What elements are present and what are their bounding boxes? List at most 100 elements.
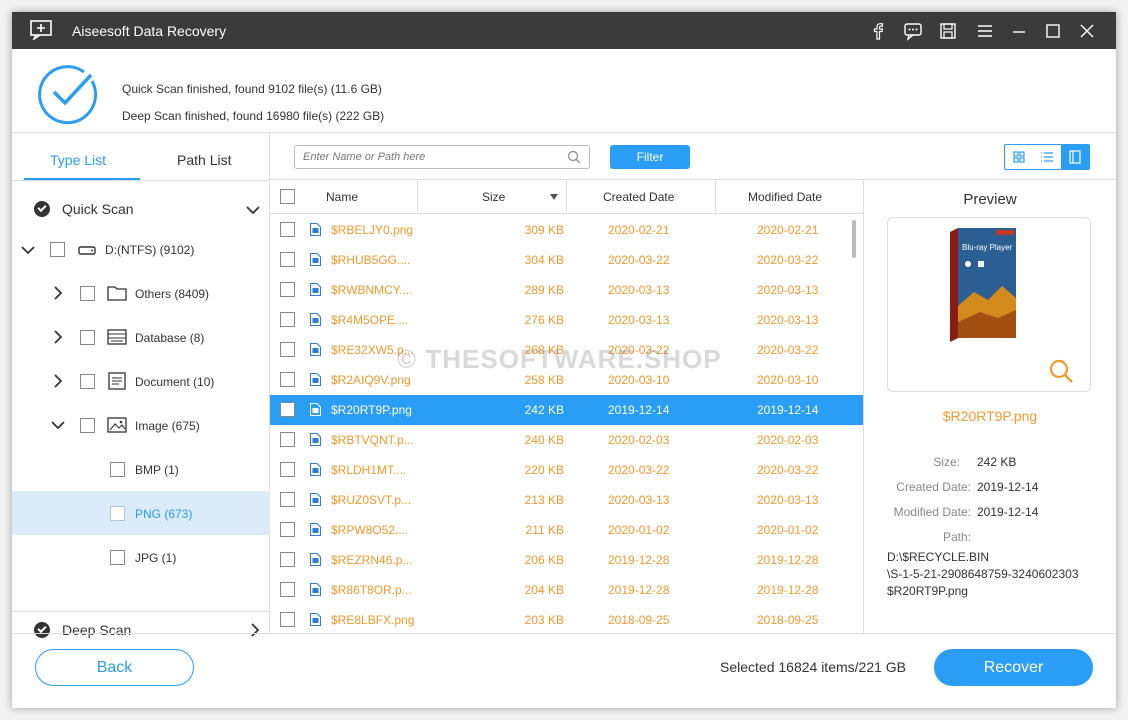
- table-row[interactable]: $RBELJY0.png 309 KB 2020-02-21 2020-02-21: [270, 215, 863, 245]
- back-button[interactable]: Back: [35, 649, 194, 686]
- row-checkbox[interactable]: [280, 522, 295, 537]
- checkbox[interactable]: [80, 286, 95, 301]
- checkbox[interactable]: [110, 506, 125, 521]
- chevron-down-icon[interactable]: [245, 202, 261, 218]
- menu-icon[interactable]: [974, 20, 996, 42]
- row-checkbox[interactable]: [280, 402, 295, 417]
- row-checkbox[interactable]: [280, 492, 295, 507]
- table-row[interactable]: $RWBNMCY.... 289 KB 2020-03-13 2020-03-13: [270, 275, 863, 305]
- row-checkbox[interactable]: [280, 612, 295, 627]
- table-row[interactable]: $RE8LBFX.png 203 KB 2018-09-25 2018-09-25: [270, 605, 863, 633]
- file-created-date: 2019-12-28: [608, 583, 670, 597]
- path-label: Path:: [942, 530, 971, 544]
- row-checkbox[interactable]: [280, 282, 295, 297]
- table-row[interactable]: $REZRN46.p... 206 KB 2019-12-28 2019-12-28: [270, 545, 863, 575]
- row-checkbox[interactable]: [280, 552, 295, 567]
- column-name[interactable]: Name: [326, 190, 358, 204]
- chevron-right-icon[interactable]: [50, 329, 66, 345]
- file-name: $RPW8O52....: [331, 523, 409, 537]
- row-checkbox[interactable]: [280, 462, 295, 477]
- column-divider: [715, 180, 716, 214]
- checkbox[interactable]: [80, 418, 95, 433]
- row-checkbox[interactable]: [280, 432, 295, 447]
- chevron-right-icon[interactable]: [50, 373, 66, 389]
- search-input[interactable]: [303, 149, 553, 165]
- checkbox[interactable]: [110, 550, 125, 565]
- file-name: $RWBNMCY....: [331, 283, 413, 297]
- table-row[interactable]: $RLDH1MT.... 220 KB 2020-03-22 2020-03-22: [270, 455, 863, 485]
- preview-view-icon[interactable]: [1061, 145, 1089, 169]
- save-icon[interactable]: [937, 20, 959, 42]
- node-label: PNG (673): [135, 507, 193, 521]
- path-line: \S-1-5-21-2908648759-3240602303: [887, 567, 1079, 581]
- checkbox[interactable]: [50, 242, 65, 257]
- close-icon[interactable]: [1076, 20, 1098, 42]
- tree-node-bmp[interactable]: BMP (1): [12, 447, 270, 491]
- column-created-date[interactable]: Created Date: [603, 190, 674, 204]
- tree-node-document[interactable]: Document (10): [12, 359, 270, 403]
- recover-button[interactable]: Recover: [934, 649, 1093, 686]
- tree-node-others[interactable]: Others (8409): [12, 271, 270, 315]
- row-checkbox[interactable]: [280, 252, 295, 267]
- checkbox[interactable]: [110, 462, 125, 477]
- row-checkbox[interactable]: [280, 582, 295, 597]
- tab-path-list[interactable]: Path List: [177, 152, 231, 168]
- file-modified-date: 2020-01-02: [757, 523, 819, 537]
- table-row[interactable]: $R20RT9P.png 242 KB 2019-12-14 2019-12-14: [270, 395, 863, 425]
- row-checkbox[interactable]: [280, 312, 295, 327]
- chevron-down-icon[interactable]: [50, 417, 66, 433]
- tree-node-png[interactable]: PNG (673): [12, 491, 270, 535]
- checkbox[interactable]: [80, 374, 95, 389]
- tree-node-database[interactable]: Database (8): [12, 315, 270, 359]
- search-icon[interactable]: [567, 150, 581, 164]
- search-box[interactable]: [294, 145, 590, 169]
- chevron-down-icon[interactable]: [20, 242, 36, 258]
- modified-date-label: Modified Date:: [893, 505, 971, 519]
- file-created-date: 2020-02-03: [608, 433, 670, 447]
- column-modified-date[interactable]: Modified Date: [748, 190, 822, 204]
- file-size: 213 KB: [524, 493, 564, 507]
- chevron-right-icon[interactable]: [50, 285, 66, 301]
- minimize-icon[interactable]: [1008, 20, 1030, 42]
- preview-thumbnail[interactable]: Blu-ray Player: [887, 217, 1091, 392]
- row-checkbox[interactable]: [280, 342, 295, 357]
- tree-node-jpg[interactable]: JPG (1): [12, 535, 270, 579]
- quick-scan-header[interactable]: Quick Scan: [12, 191, 270, 227]
- tree-node-image[interactable]: Image (675): [12, 403, 270, 447]
- app-logo-icon: [30, 20, 52, 40]
- scan-status-panel: Quick Scan finished, found 9102 file(s) …: [12, 49, 1116, 133]
- file-modified-date: 2018-09-25: [757, 613, 819, 627]
- modified-date-value: 2019-12-14: [977, 505, 1039, 519]
- table-row[interactable]: $RUZ0SVT.p... 213 KB 2020-03-13 2020-03-13: [270, 485, 863, 515]
- row-checkbox[interactable]: [280, 372, 295, 387]
- select-all-checkbox[interactable]: [280, 189, 295, 204]
- table-row[interactable]: $RPW8O52.... 211 KB 2020-01-02 2020-01-02: [270, 515, 863, 545]
- view-mode-switcher: [1004, 144, 1090, 170]
- table-row[interactable]: $R4M5OPE.... 276 KB 2020-03-13 2020-03-13: [270, 305, 863, 335]
- row-checkbox[interactable]: [280, 222, 295, 237]
- tab-type-list[interactable]: Type List: [50, 152, 106, 168]
- table-row[interactable]: $R86T8OR.p... 204 KB 2019-12-28 2019-12-28: [270, 575, 863, 605]
- filter-button[interactable]: Filter: [610, 145, 690, 169]
- node-label: BMP (1): [135, 463, 179, 477]
- list-view-icon[interactable]: [1033, 145, 1061, 169]
- table-row[interactable]: $RHUB5GG.... 304 KB 2020-03-22 2020-03-22: [270, 245, 863, 275]
- file-modified-date: 2020-02-21: [757, 223, 819, 237]
- facebook-icon[interactable]: [867, 20, 889, 42]
- checkbox[interactable]: [80, 330, 95, 345]
- file-name: $R86T8OR.p...: [331, 583, 412, 597]
- feedback-icon[interactable]: [902, 20, 924, 42]
- column-size[interactable]: Size: [482, 190, 505, 204]
- zoom-icon[interactable]: [1048, 358, 1074, 384]
- tree-drive-row[interactable]: D:(NTFS) (9102): [12, 227, 270, 271]
- file-modified-date: 2020-03-22: [757, 253, 819, 267]
- sort-down-icon[interactable]: [550, 194, 558, 200]
- created-date-label: Created Date:: [896, 480, 971, 494]
- grid-view-icon[interactable]: [1005, 145, 1033, 169]
- table-row[interactable]: $RBTVQNT.p... 240 KB 2020-02-03 2020-02-03: [270, 425, 863, 455]
- maximize-icon[interactable]: [1042, 20, 1064, 42]
- app-title: Aiseesoft Data Recovery: [72, 23, 227, 39]
- file-size: 204 KB: [524, 583, 564, 597]
- scrollbar-thumb[interactable]: [852, 220, 856, 258]
- file-size: 242 KB: [524, 403, 564, 417]
